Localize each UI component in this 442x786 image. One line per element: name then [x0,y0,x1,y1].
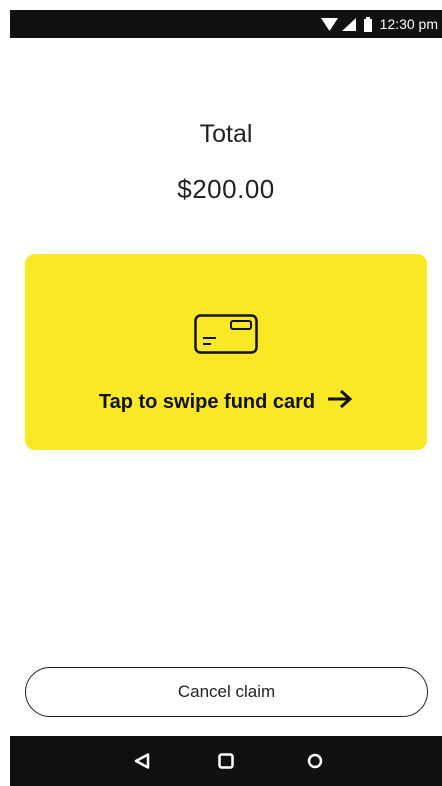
status-time: 12:30 pm [379,16,438,32]
total-label: Total [199,120,253,148]
wifi-icon [320,17,338,31]
total-amount: $200.00 [177,174,275,204]
recents-icon[interactable] [307,753,323,769]
cellular-signal-icon [341,17,356,31]
navigation-bar [10,736,442,786]
home-icon[interactable] [218,753,234,769]
swipe-fund-card-button[interactable]: Tap to swipe fund card [25,254,427,450]
battery-icon [363,16,372,32]
arrow-right-icon [327,389,353,415]
swipe-row: Tap to swipe fund card [25,389,427,415]
back-icon[interactable] [134,753,150,770]
swipe-card-label: Tap to swipe fund card [98,390,316,413]
status-bar: 12:30 pm [10,10,442,38]
payment-screen: Total $200.00 Tap to swipe fund card Can… [10,38,442,736]
status-icons [320,16,372,32]
credit-card-icon [194,314,258,359]
cancel-claim-button[interactable]: Cancel claim [25,667,428,717]
